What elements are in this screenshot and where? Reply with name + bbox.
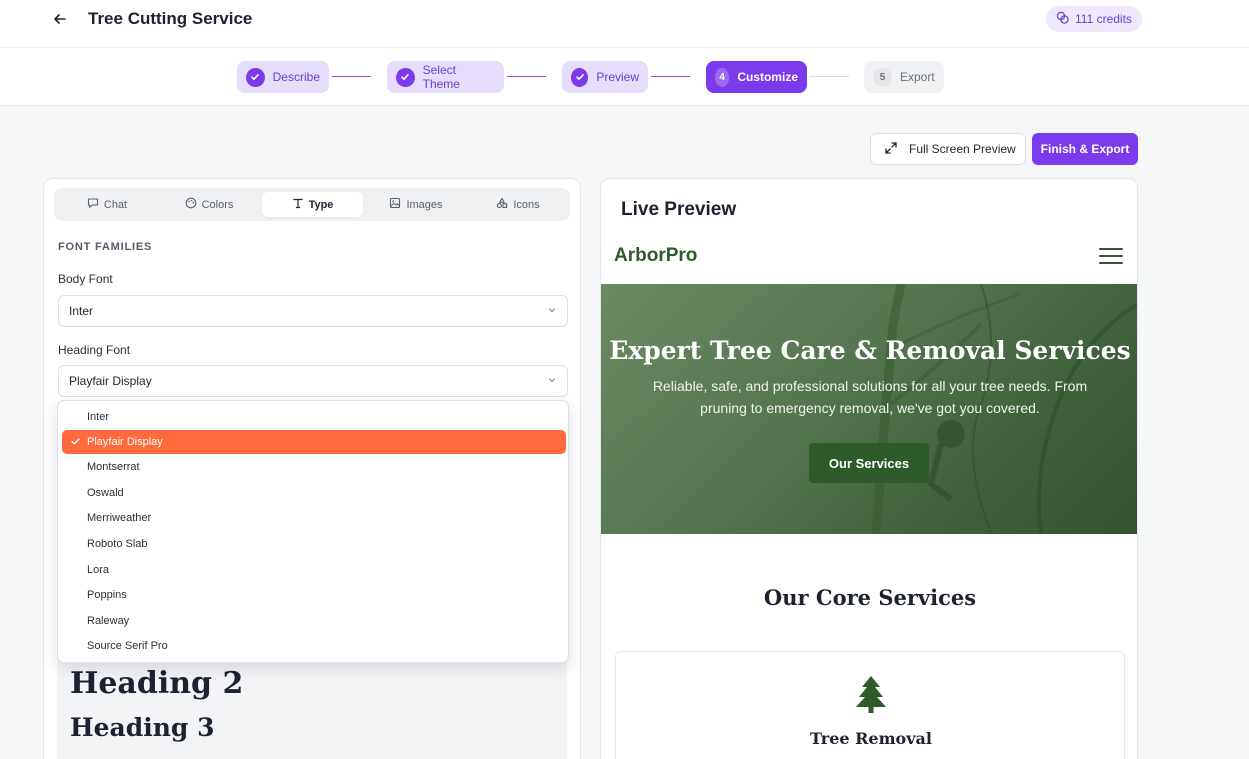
step-export[interactable]: 5 Export [864, 61, 944, 93]
step-label: Preview [596, 70, 639, 84]
credits-badge[interactable]: 111 credits [1046, 6, 1142, 32]
font-option-raleway[interactable]: Raleway [62, 609, 566, 633]
step-label: Export [900, 70, 935, 84]
coins-icon [1056, 11, 1069, 27]
tab-images[interactable]: Images [367, 192, 465, 217]
step-label: Customize [737, 70, 798, 84]
body-font-value: Inter [69, 304, 94, 318]
heading-font-value: Playfair Display [69, 374, 152, 388]
step-number: 4 [715, 67, 730, 87]
body-font-label: Body Font [58, 272, 113, 286]
font-option-merriweather[interactable]: Merriweather [62, 506, 566, 530]
heading-font-select[interactable]: Playfair Display [58, 365, 568, 397]
top-bar: Tree Cutting Service 111 credits [0, 0, 1249, 48]
chat-icon [87, 197, 99, 212]
chevron-down-icon [547, 374, 557, 388]
option-label: Playfair Display [87, 436, 163, 448]
check-icon [70, 436, 81, 450]
credits-text: 111 credits [1075, 12, 1132, 26]
step-select-theme[interactable]: Select Theme [387, 61, 504, 93]
font-option-playfair-display[interactable]: Playfair Display [62, 430, 566, 454]
tab-label: Chat [103, 198, 128, 211]
type-icon [292, 197, 304, 212]
customize-tabs: Chat Colors Type Images Icons [54, 188, 570, 221]
full-screen-preview-button[interactable]: Full Screen Preview [870, 133, 1026, 165]
pine-tree-icon [853, 674, 889, 719]
font-option-inter[interactable]: Inter [62, 405, 566, 429]
tab-label: Type [308, 198, 334, 211]
step-label: Describe [272, 70, 320, 84]
heading-font-label: Heading Font [58, 343, 131, 357]
font-option-poppins[interactable]: Poppins [62, 583, 566, 607]
check-icon [246, 67, 265, 87]
back-arrow-icon[interactable] [50, 9, 70, 29]
page-title: Tree Cutting Service [88, 9, 253, 28]
font-option-oswald[interactable]: Oswald [62, 481, 566, 505]
step-connector [332, 76, 371, 77]
site-brand[interactable]: ArborPro [614, 245, 697, 267]
check-icon [396, 67, 415, 87]
heading-2-sample: Heading 2 [70, 666, 244, 701]
body-font-select[interactable]: Inter [58, 295, 568, 327]
check-icon [571, 67, 589, 87]
font-option-montserrat[interactable]: Montserrat [62, 455, 566, 479]
tab-label: Icons [513, 198, 540, 211]
hero-title: Expert Tree Care & Removal Services [609, 336, 1131, 365]
chevron-down-icon [547, 304, 557, 318]
service-name: Tree Removal [810, 729, 932, 748]
tab-label: Colors [201, 198, 234, 211]
step-connector [507, 76, 546, 77]
tab-colors[interactable]: Colors [160, 192, 258, 217]
our-services-button[interactable]: Our Services [809, 443, 929, 483]
image-icon [389, 197, 401, 212]
hero-section: Expert Tree Care & Removal Services Reli… [601, 284, 1137, 534]
step-label: Select Theme [422, 63, 460, 91]
step-number: 5 [873, 67, 892, 87]
core-services-title: Our Core Services [763, 585, 977, 610]
full-screen-label: Full Screen Preview [909, 142, 1016, 156]
font-option-lora[interactable]: Lora [62, 558, 566, 582]
step-preview[interactable]: Preview [562, 61, 648, 93]
expand-icon [885, 141, 897, 157]
step-describe[interactable]: Describe [237, 61, 329, 93]
font-option-source-serif-pro[interactable]: Source Serif Pro [62, 634, 566, 658]
font-option-roboto-slab[interactable]: Roboto Slab [62, 532, 566, 556]
tab-type[interactable]: Type [262, 192, 363, 217]
heading-3-sample: Heading 3 [70, 713, 215, 742]
hamburger-menu-icon[interactable] [1099, 248, 1123, 264]
live-preview-panel: Live Preview ArborPro Expert Tree Care &… [600, 178, 1138, 759]
tab-label: Images [406, 198, 443, 211]
shapes-icon [496, 197, 508, 212]
step-connector [651, 76, 690, 77]
palette-icon [185, 197, 197, 212]
finish-export-button[interactable]: Finish & Export [1032, 133, 1138, 165]
live-preview-title: Live Preview [621, 199, 737, 220]
font-families-heading: FONT FAMILIES [58, 241, 153, 253]
hero-subtitle: Reliable, safe, and professional solutio… [652, 378, 1088, 416]
service-card: Tree Removal [615, 651, 1125, 759]
step-customize[interactable]: 4 Customize [706, 61, 807, 93]
tab-chat[interactable]: Chat [58, 192, 156, 217]
step-connector [810, 76, 849, 77]
steps-bar: Describe Select Theme Preview 4 Customiz… [0, 48, 1249, 106]
tab-icons[interactable]: Icons [469, 192, 567, 217]
heading-font-dropdown: Inter Playfair Display Montserrat Oswald… [57, 400, 569, 663]
